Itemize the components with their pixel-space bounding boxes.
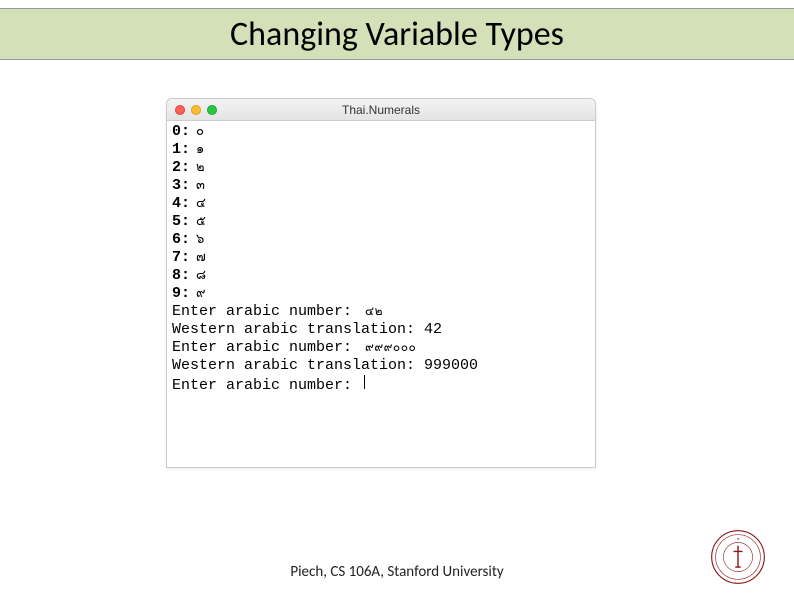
prompt-text: Enter arabic number: [172, 303, 361, 321]
user-input: ๙๙๙๐๐๐ [361, 340, 416, 354]
result-value: 999000 [424, 357, 478, 375]
digit-row: 3:๓ [172, 177, 590, 195]
thai-glyph: ๓ [190, 177, 205, 193]
slide-footer: Piech, CS 106A, Stanford University [0, 563, 794, 581]
digit-row: 0:๐ [172, 123, 590, 141]
thai-glyph: ๕ [190, 213, 206, 229]
minimize-icon[interactable] [191, 105, 201, 115]
window-title: Thai.Numerals [167, 103, 595, 117]
svg-text:★: ★ [736, 537, 739, 541]
slide-title-band: Changing Variable Types [0, 8, 794, 60]
console-output: 0:๐ 1:๑ 2:๒ 3:๓ 4:๔ 5:๕ 6:๖ 7:๗ 8:๘ 9:๙ … [167, 121, 595, 397]
app-window: Thai.Numerals 0:๐ 1:๑ 2:๒ 3:๓ 4:๔ 5:๕ 6:… [166, 98, 596, 468]
thai-glyph: ๔ [190, 195, 206, 211]
prompt-line: Enter arabic number: [172, 375, 590, 395]
digit-label: 3: [172, 177, 190, 195]
digit-row: 7:๗ [172, 249, 590, 267]
thai-glyph: ๑ [190, 141, 204, 157]
digit-label: 9: [172, 285, 190, 303]
close-icon[interactable] [175, 105, 185, 115]
digit-label: 1: [172, 141, 190, 159]
digit-row: 8:๘ [172, 267, 590, 285]
thai-glyph: ๐ [190, 123, 204, 139]
prompt-text: Enter arabic number: [172, 339, 361, 357]
digit-row: 6:๖ [172, 231, 590, 249]
window-titlebar: Thai.Numerals [167, 99, 595, 121]
result-value: 42 [424, 321, 442, 339]
digit-label: 5: [172, 213, 190, 231]
digit-row: 2:๒ [172, 159, 590, 177]
stanford-seal-icon: ★ [710, 529, 766, 585]
traffic-lights [167, 105, 217, 115]
digit-row: 9:๙ [172, 285, 590, 303]
digit-row: 1:๑ [172, 141, 590, 159]
user-input: ๔๒ [361, 304, 383, 318]
digit-label: 2: [172, 159, 190, 177]
digit-row: 5:๕ [172, 213, 590, 231]
digit-label: 4: [172, 195, 190, 213]
digit-label: 0: [172, 123, 190, 141]
result-label: Western arabic translation: [172, 357, 424, 375]
thai-glyph: ๒ [190, 159, 205, 175]
slide-title: Changing Variable Types [230, 14, 564, 55]
prompt-line: Enter arabic number: ๔๒ [172, 303, 590, 321]
thai-glyph: ๖ [190, 231, 204, 247]
result-line: Western arabic translation: 999000 [172, 357, 590, 375]
thai-glyph: ๗ [190, 249, 206, 265]
prompt-text: Enter arabic number: [172, 377, 361, 395]
digit-label: 7: [172, 249, 190, 267]
result-line: Western arabic translation: 42 [172, 321, 590, 339]
digit-label: 6: [172, 231, 190, 249]
result-label: Western arabic translation: [172, 321, 424, 339]
digit-label: 8: [172, 267, 190, 285]
prompt-line: Enter arabic number: ๙๙๙๐๐๐ [172, 339, 590, 357]
thai-glyph: ๘ [190, 267, 206, 283]
text-cursor-icon [364, 375, 365, 389]
thai-glyph: ๙ [190, 285, 206, 301]
digit-row: 4:๔ [172, 195, 590, 213]
zoom-icon[interactable] [207, 105, 217, 115]
